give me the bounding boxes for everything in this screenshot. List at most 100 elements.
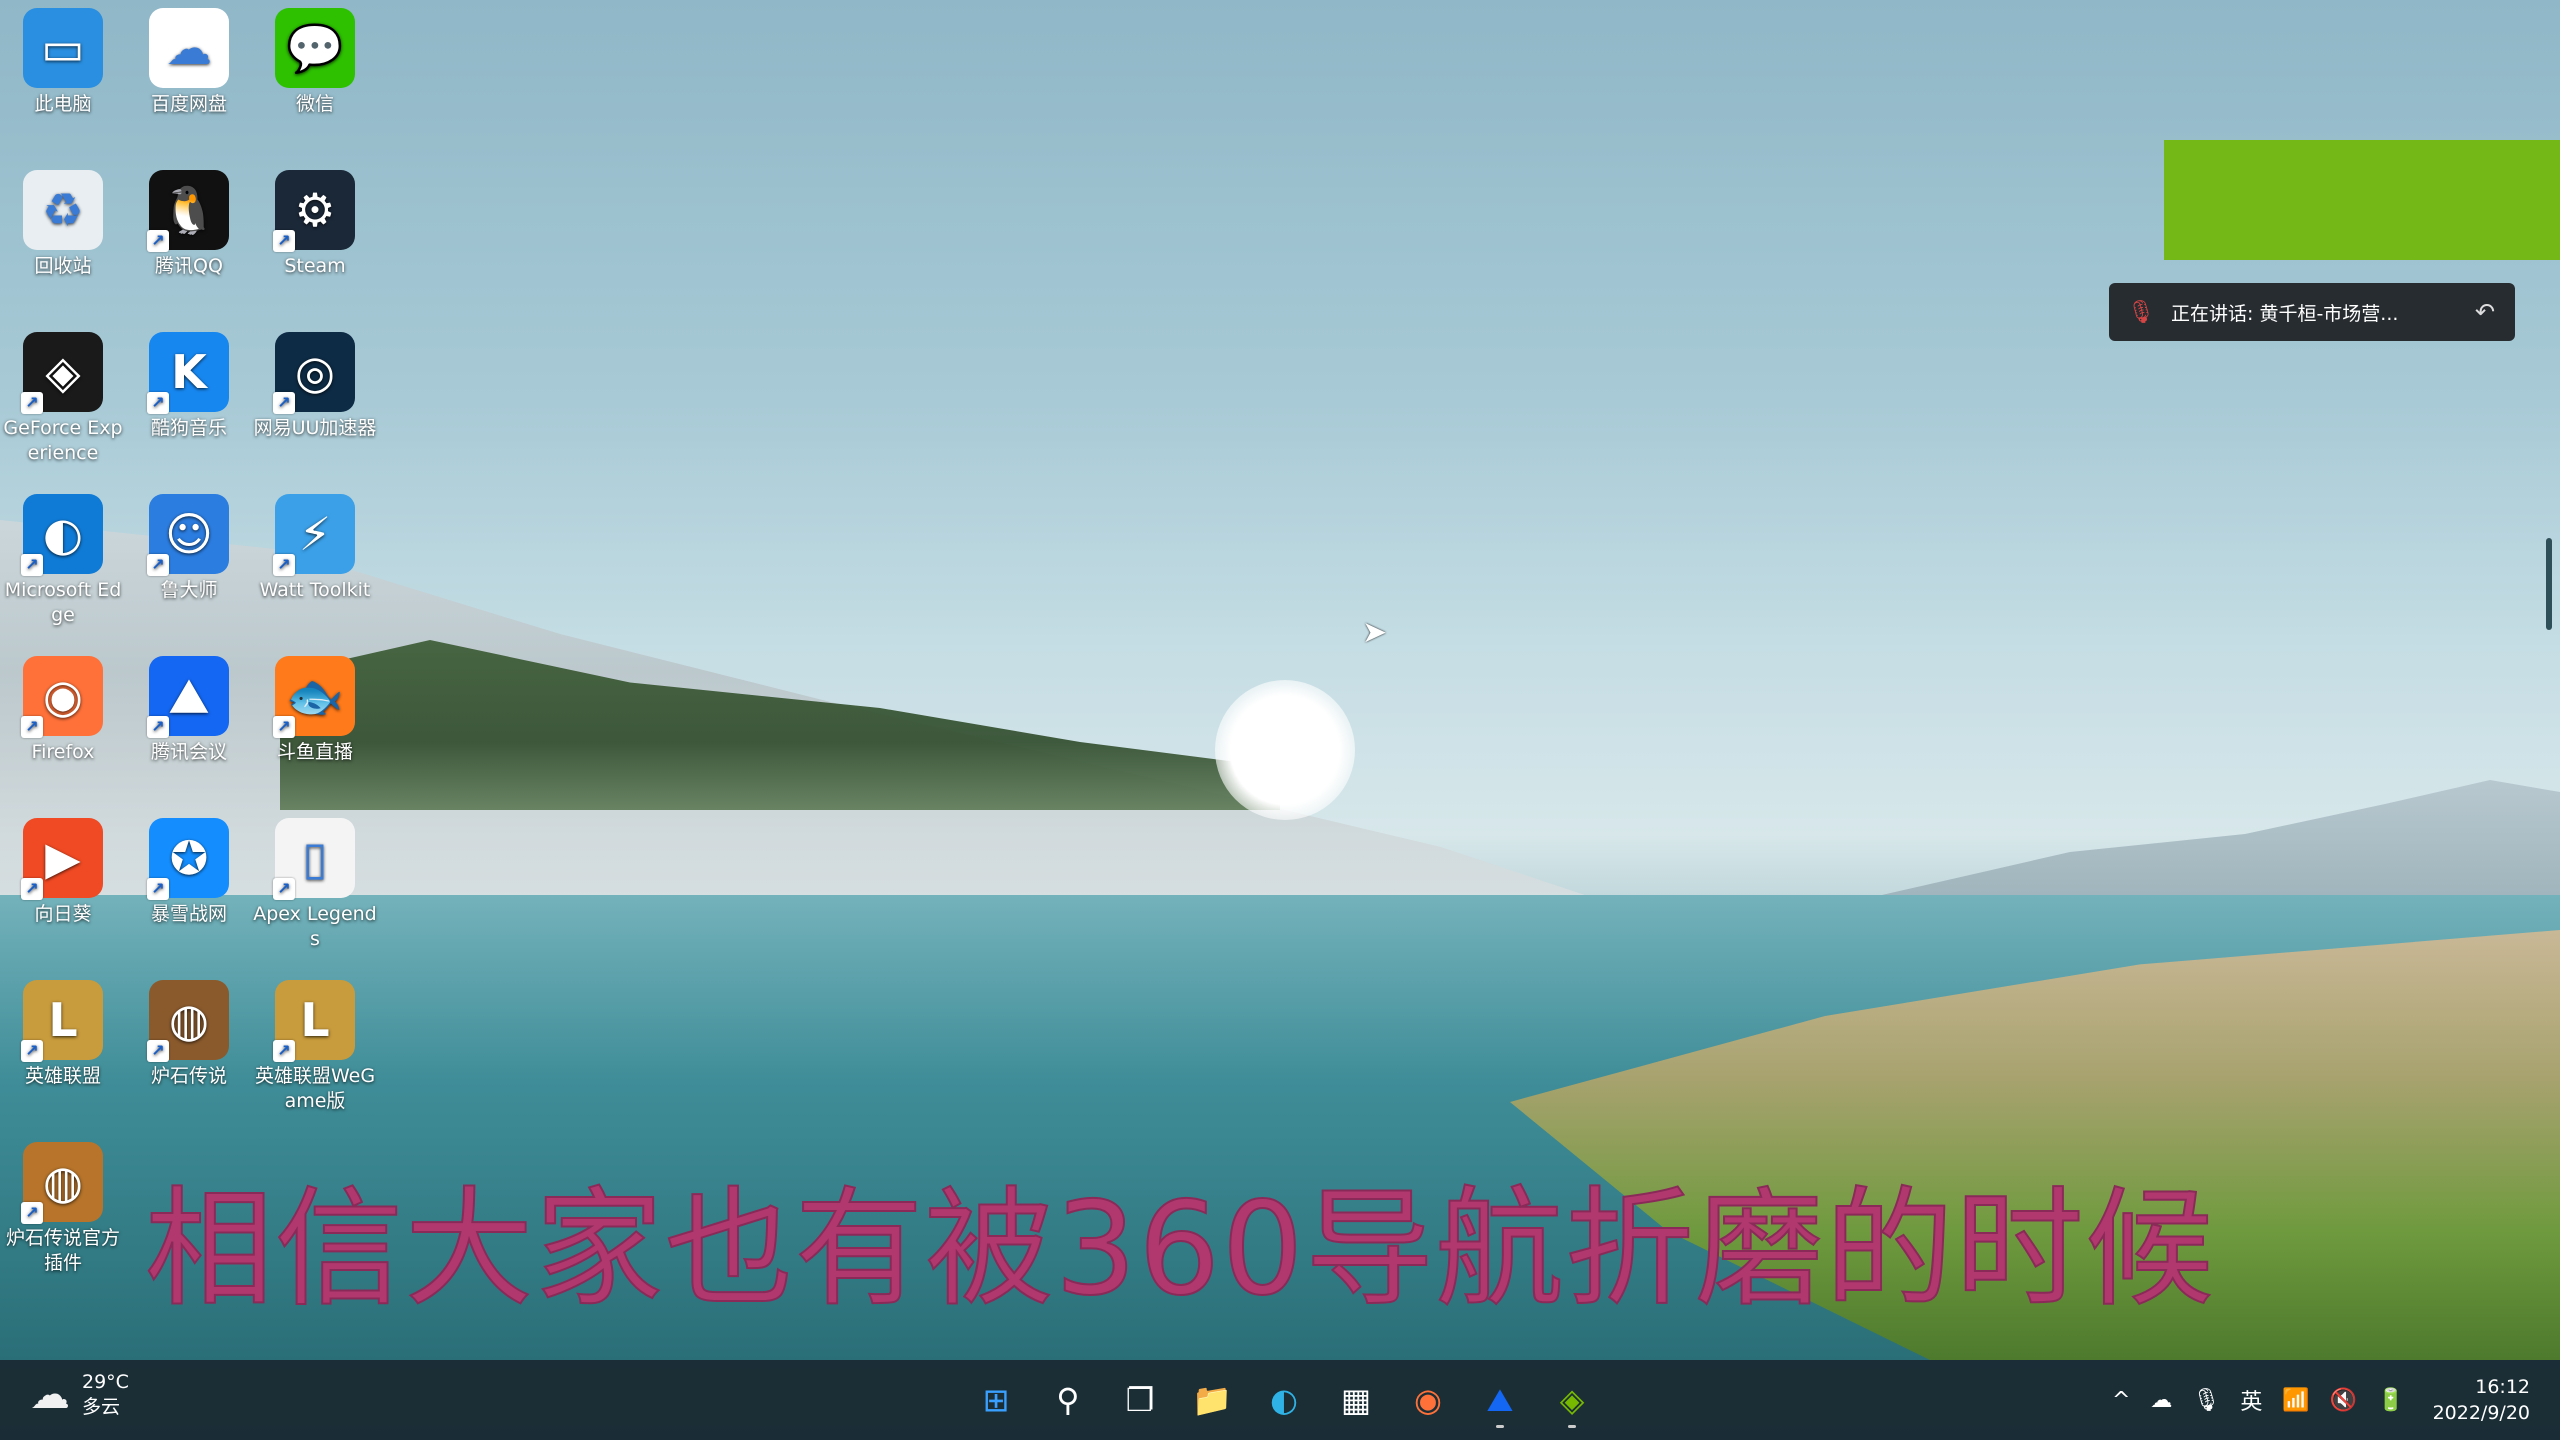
desktop-icon[interactable]: ◎ ↗ 网易UU加速器 — [252, 324, 378, 441]
desktop-icon-label: 英雄联盟 — [24, 1065, 101, 1087]
computer-icon: ▭ — [23, 8, 103, 88]
battery-icon[interactable]: 🔋 — [2377, 1388, 2404, 1413]
shortcut-arrow-icon: ↗ — [147, 716, 169, 738]
desktop-icon[interactable]: ✪ ↗ 暴雪战网 — [126, 810, 252, 927]
shortcut-arrow-icon: ↗ — [147, 554, 169, 576]
desktop-icon[interactable]: 💬 微信 — [252, 0, 378, 117]
clock-time: 16:12 — [2475, 1376, 2530, 1398]
mouse-cursor: ➤ — [1362, 615, 1388, 650]
desktop-icon-label: GeForce Experience — [3, 417, 123, 464]
chevron-up-icon[interactable]: ^ — [2112, 1388, 2130, 1413]
league-of-legends-icon: L ↗ — [273, 980, 355, 1062]
desktop-icon-label: Firefox — [31, 741, 95, 763]
qq-penguin-icon: 🐧 ↗ — [147, 170, 229, 252]
desktop-icon-label: 炉石传说 — [150, 1065, 227, 1087]
desktop-icon[interactable]: ▭ 此电脑 — [0, 0, 126, 117]
desktop-icon-label: 炉石传说官方插件 — [5, 1227, 120, 1274]
desktop-icon[interactable]: 🐟 ↗ 斗鱼直播 — [252, 648, 378, 765]
shortcut-arrow-icon: ↗ — [273, 392, 295, 414]
douyu-icon: 🐟 ↗ — [273, 656, 355, 738]
store-icon: ▦ — [1340, 1381, 1372, 1419]
search-button[interactable]: ⚲ — [1038, 1370, 1098, 1430]
search-icon: ⚲ — [1056, 1381, 1080, 1419]
scroll-indicator[interactable] — [2546, 538, 2552, 630]
nvidia-button[interactable]: ◈ — [1542, 1370, 1602, 1430]
desktop-icon[interactable]: ⚙ ↗ Steam — [252, 162, 378, 279]
desktop-icon[interactable]: ◍ ↗ 炉石传说 — [126, 972, 252, 1089]
desktop-icon-label: Watt Toolkit — [259, 579, 371, 601]
desktop-icon[interactable]: 🐧 ↗ 腾讯QQ — [126, 162, 252, 279]
steam-icon: ⚙ ↗ — [273, 170, 355, 252]
firefox-icon: ◉ ↗ — [21, 656, 103, 738]
desktop-icon[interactable]: ☺ ↗ 鲁大师 — [126, 486, 252, 603]
desktop-icon-label: 鲁大师 — [160, 579, 218, 601]
task-view-button[interactable]: ❐ — [1110, 1370, 1170, 1430]
sunlogin-icon: ▶ ↗ — [21, 818, 103, 900]
desktop-icon[interactable]: ◍ ↗ 炉石传说官方插件 — [0, 1134, 126, 1276]
desktop-icon[interactable]: ⚡ ↗ Watt Toolkit — [252, 486, 378, 603]
file-explorer-button[interactable]: 📁 — [1182, 1370, 1242, 1430]
microphone-icon[interactable]: 🎙 — [2192, 1388, 2220, 1413]
desktop-icon-label: 斗鱼直播 — [276, 741, 353, 763]
shortcut-arrow-icon: ↗ — [147, 392, 169, 414]
onedrive-cloud-icon[interactable]: ☁ — [2150, 1388, 2172, 1413]
desktop-icon-label: 向日葵 — [34, 903, 92, 925]
taskbar: ☁ 29°C 多云 ⊞ ⚲ ❐ 📁 ◐ ▦ ◉ ⛰ ◈ ^ ☁ 🎙 英 📶 🔇 🔋 16:12 … — [0, 1360, 2560, 1440]
edge-button[interactable]: ◐ — [1254, 1370, 1314, 1430]
shortcut-arrow-icon: ↗ — [21, 716, 43, 738]
edge-icon: ◐ ↗ — [21, 494, 103, 576]
firefox-icon: ◉ — [1414, 1381, 1442, 1419]
volume-muted-icon[interactable]: 🔇 — [2330, 1388, 2357, 1413]
wallpaper-mountain-right — [1860, 780, 2560, 900]
video-subtitle: 相信大家也有被360导航折磨的时候 — [144, 1174, 2216, 1325]
wifi-icon[interactable]: 📶 — [2282, 1388, 2309, 1413]
desktop-icon[interactable]: ▶ ↗ 向日葵 — [0, 810, 126, 927]
muted-mic-icon[interactable]: 🎙 — [2127, 300, 2157, 325]
desktop-icon[interactable]: K ↗ 酷狗音乐 — [126, 324, 252, 441]
shortcut-arrow-icon: ↗ — [273, 716, 295, 738]
return-icon[interactable]: ↶ — [2467, 298, 2503, 326]
desktop-icon[interactable]: ☁ 百度网盘 — [126, 0, 252, 117]
input-method-indicator[interactable]: 英 — [2240, 1384, 2262, 1416]
desktop-icon-label: 此电脑 — [34, 93, 92, 115]
league-of-legends-icon: L ↗ — [21, 980, 103, 1062]
wallpaper-sun — [1215, 680, 1355, 820]
desktop-icon-label: Steam — [284, 255, 346, 277]
file-explorer-icon: 📁 — [1192, 1381, 1232, 1419]
recycle-bin-icon: ♻ — [23, 170, 103, 250]
shortcut-arrow-icon: ↗ — [273, 1040, 295, 1062]
weather-widget[interactable]: ☁ 29°C 多云 — [30, 1370, 129, 1420]
desktop-icon[interactable]: ◉ ↗ Firefox — [0, 648, 126, 765]
tencent-meeting-icon: ⛰ ↗ — [147, 656, 229, 738]
desktop-icon-label: 暴雪战网 — [150, 903, 227, 925]
desktop-icon[interactable]: ◈ ↗ GeForce Experience — [0, 324, 126, 466]
shortcut-arrow-icon: ↗ — [21, 878, 43, 900]
start-button[interactable]: ⊞ — [966, 1370, 1026, 1430]
desktop-icon[interactable]: L ↗ 英雄联盟WeGame版 — [252, 972, 378, 1114]
desktop-icon-label: 回收站 — [34, 255, 92, 277]
nvidia-icon: ◈ ↗ — [21, 332, 103, 414]
meeting-speaking-bar[interactable]: 🎙 正在讲话: 黄千桓-市场营... ↶ — [2109, 283, 2515, 341]
desktop-icon-label: 英雄联盟WeGame版 — [254, 1065, 376, 1112]
desktop-icon[interactable]: ◐ ↗ Microsoft Edge — [0, 486, 126, 628]
desktop-icon[interactable]: L ↗ 英雄联盟 — [0, 972, 126, 1089]
cloud-icon: ☁ — [30, 1372, 70, 1418]
green-overlay-block — [2164, 140, 2560, 260]
shortcut-arrow-icon: ↗ — [21, 1202, 43, 1224]
task-view-icon: ❐ — [1125, 1381, 1155, 1419]
desktop-icon[interactable]: ▯ ↗ Apex Legends — [252, 810, 378, 952]
desktop-icon-label: 酷狗音乐 — [150, 417, 227, 439]
store-button[interactable]: ▦ — [1326, 1370, 1386, 1430]
firefox-button[interactable]: ◉ — [1398, 1370, 1458, 1430]
clock[interactable]: 16:12 2022/9/20 — [2433, 1374, 2530, 1426]
watt-toolkit-icon: ⚡ ↗ — [273, 494, 355, 576]
tencent-meeting-button[interactable]: ⛰ — [1470, 1370, 1530, 1430]
weather-desc: 多云 — [82, 1396, 121, 1418]
speaking-text: 正在讲话: 黄千桓-市场营... — [2171, 302, 2399, 325]
desktop-icon-label: 百度网盘 — [150, 93, 227, 115]
shortcut-arrow-icon: ↗ — [273, 554, 295, 576]
desktop-icon-label: 微信 — [295, 93, 334, 115]
kugou-icon: K ↗ — [147, 332, 229, 414]
desktop-icon[interactable]: ⛰ ↗ 腾讯会议 — [126, 648, 252, 765]
desktop-icon[interactable]: ♻ 回收站 — [0, 162, 126, 279]
